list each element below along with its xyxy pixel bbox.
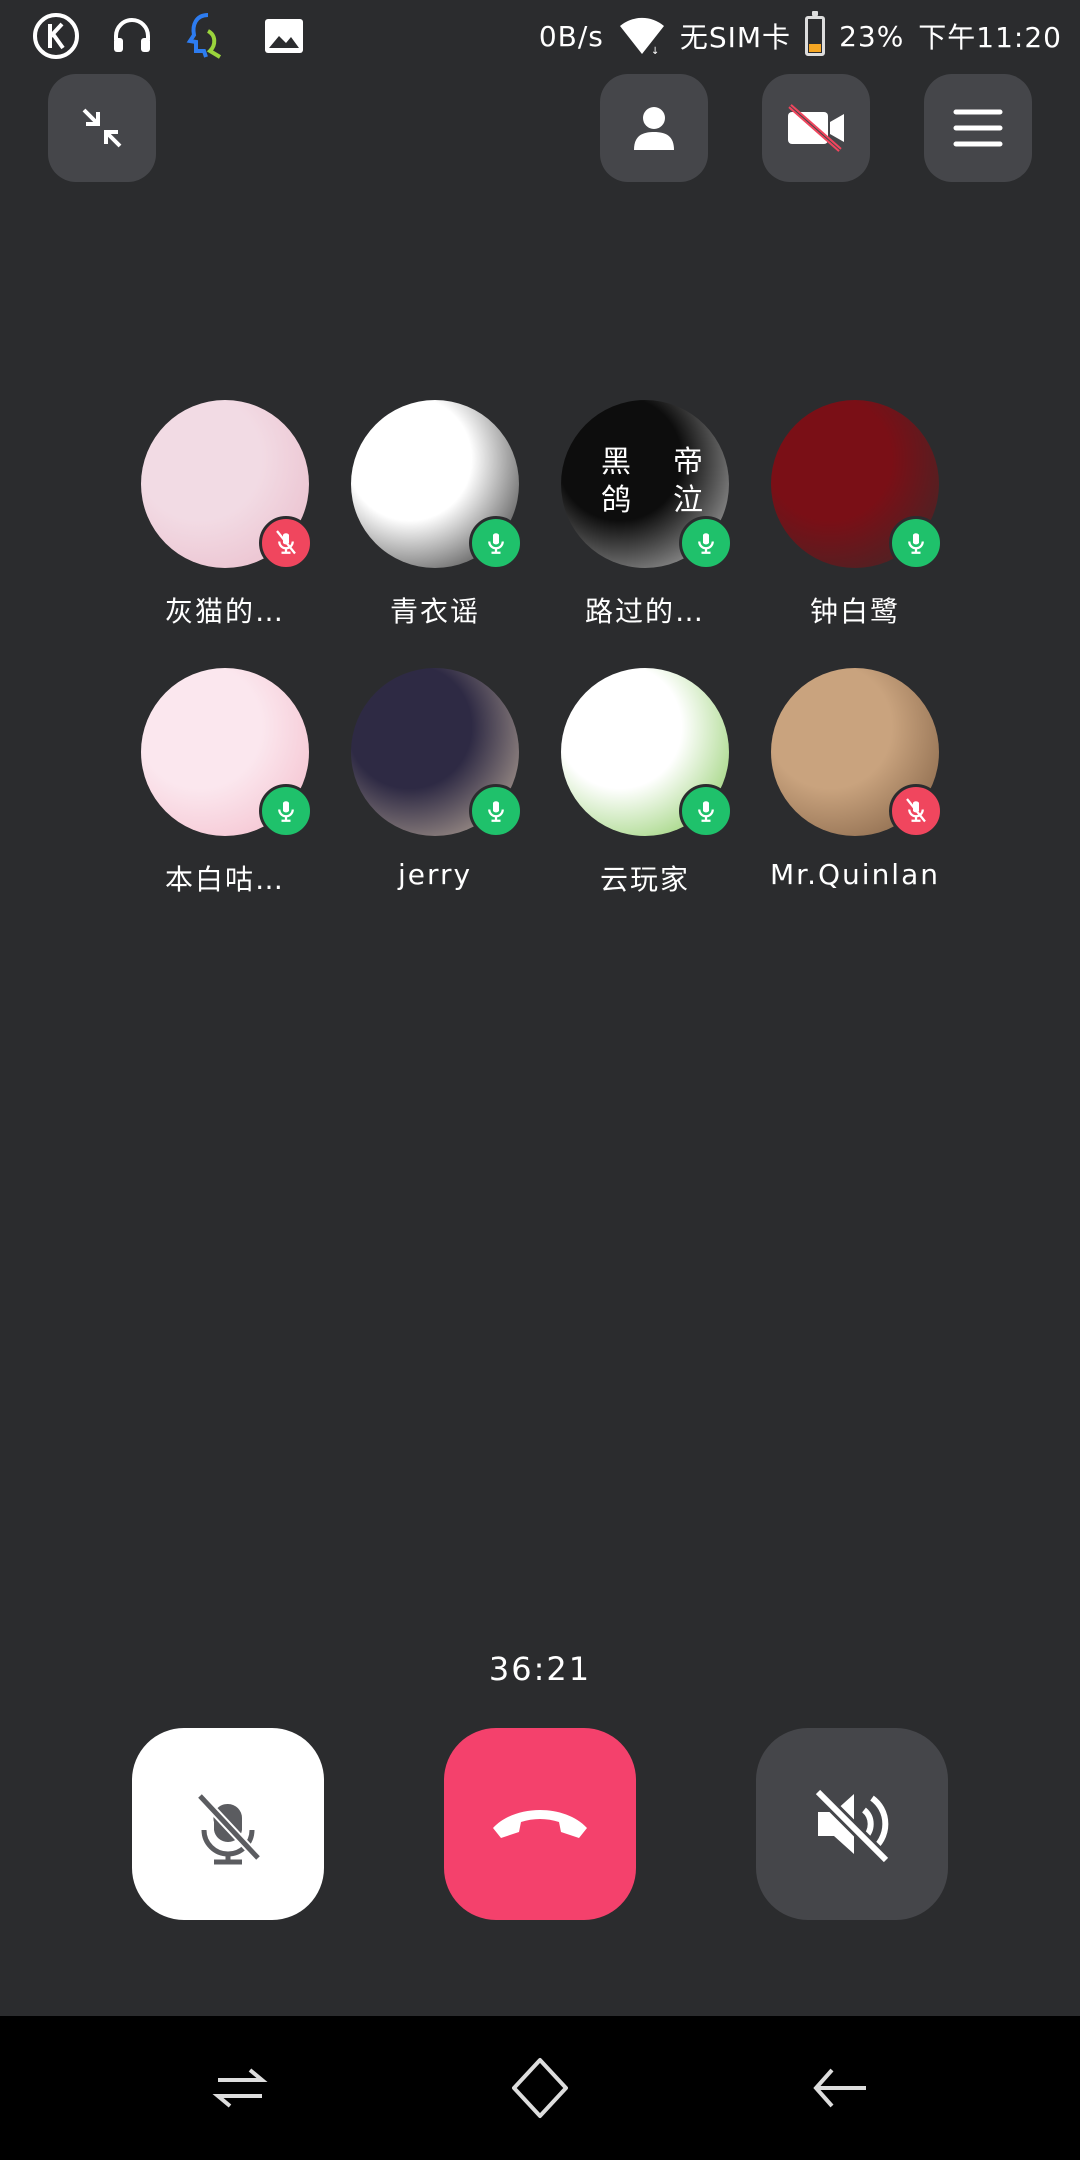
mute-mic-button[interactable]: [132, 1728, 324, 1920]
mic-on-badge: [889, 516, 943, 570]
participant-item[interactable]: 钟白鹭: [750, 400, 960, 630]
participant-name: 灰猫的…: [164, 595, 285, 628]
clock: 下午11:20: [918, 21, 1062, 54]
image-icon: [256, 8, 312, 64]
avatar-lettering-char: 泣: [673, 483, 703, 518]
participant-avatar-wrap: [771, 400, 943, 570]
status-indicators: 0B/s ↓ 无SIM卡 23% 下午11:20: [538, 11, 1062, 60]
participant-name: jerry: [397, 858, 473, 891]
navigation-bar: [0, 2016, 1080, 2160]
network-speed: 0B/s: [538, 19, 604, 53]
contact-button[interactable]: [600, 74, 708, 182]
home-icon: [512, 2058, 568, 2118]
participant-item[interactable]: 青衣谣: [330, 400, 540, 630]
participant-item[interactable]: Mr.Quinlan: [750, 668, 960, 898]
mic-on-badge: [469, 516, 523, 570]
participant-avatar-wrap: [561, 668, 733, 838]
mic-on-badge: [259, 784, 313, 838]
menu-icon: [953, 109, 1003, 147]
speaker-off-icon: [813, 1787, 891, 1865]
participant-item[interactable]: jerry: [330, 668, 540, 898]
mic-icon: [488, 801, 504, 822]
avatar-lettering-char: 鸽: [601, 483, 631, 518]
video-toggle-button[interactable]: [762, 74, 870, 182]
mic-icon: [908, 533, 924, 554]
participant-name: Mr.Quinlan: [770, 858, 940, 891]
speaker-button[interactable]: [756, 1728, 948, 1920]
mic-off-icon: [276, 530, 296, 555]
participant-name: 本白咕…: [164, 863, 285, 896]
switch-apps-button[interactable]: [200, 2048, 280, 2128]
mic-muted-badge: [889, 784, 943, 838]
participant-item[interactable]: 云玩家: [540, 668, 750, 898]
minimize-icon: [82, 108, 122, 148]
participant-avatar-wrap: [141, 668, 313, 838]
mic-muted-badge: [259, 516, 313, 570]
participant-item[interactable]: 黑 帝鸽 泣路过的…: [540, 400, 750, 630]
avatar-lettering-char: 黑: [601, 445, 631, 480]
back-icon: [813, 2068, 866, 2108]
participant-avatar-wrap: 黑 帝鸽 泣: [561, 400, 733, 570]
mic-icon: [488, 533, 504, 554]
contact-icon: [634, 107, 674, 150]
menu-button[interactable]: [924, 74, 1032, 182]
video-off-icon: [788, 104, 844, 152]
participant-item[interactable]: 灰猫的…: [120, 400, 330, 630]
mic-on-badge: [679, 784, 733, 838]
participant-name: 路过的…: [584, 595, 705, 628]
call-duration: 36:21: [488, 1650, 592, 1688]
switch-icon: [212, 2068, 268, 2108]
svg-text:↓: ↓: [651, 46, 660, 56]
mic-on-badge: [679, 516, 733, 570]
participant-name: 钟白鹭: [809, 595, 900, 628]
voice-assistant-icon: [180, 8, 236, 64]
participant-avatar-wrap: [351, 400, 523, 570]
k-app-icon: [28, 8, 84, 64]
participant-item[interactable]: 本白咕…: [120, 668, 330, 898]
mute-mic-icon: [196, 1792, 262, 1865]
participant-name: 云玩家: [599, 863, 690, 896]
mic-on-badge: [469, 784, 523, 838]
participant-avatar-wrap: [771, 668, 943, 838]
wifi-icon: ↓: [618, 16, 666, 56]
sim-status: 无SIM卡: [679, 21, 792, 54]
participant-name: 青衣谣: [389, 595, 480, 628]
participants-grid: 灰猫的… 青衣谣 黑 帝鸽 泣路过的… 钟白鹭本白咕… jerry 云玩家 Mr.Quinlan: [120, 400, 960, 898]
mic-icon: [698, 801, 714, 822]
mic-off-icon: [906, 798, 926, 823]
participant-avatar-wrap: [351, 668, 523, 838]
participant-avatar-wrap: [141, 400, 313, 570]
mic-icon: [278, 801, 294, 822]
headset-icon: [104, 8, 160, 64]
mic-icon: [698, 533, 714, 554]
avatar-lettering-char: 帝: [673, 445, 703, 480]
hang-up-icon: [493, 1810, 587, 1838]
status-bar: 0B/s ↓ 无SIM卡 23% 下午11:20: [0, 0, 1080, 72]
notification-icons: [28, 8, 312, 64]
home-button[interactable]: [500, 2048, 580, 2128]
battery-percent: 23%: [839, 19, 905, 53]
hang-up-button[interactable]: [444, 1728, 636, 1920]
battery-icon: [805, 11, 826, 56]
back-button[interactable]: [800, 2048, 880, 2128]
minimize-button[interactable]: [48, 74, 156, 182]
